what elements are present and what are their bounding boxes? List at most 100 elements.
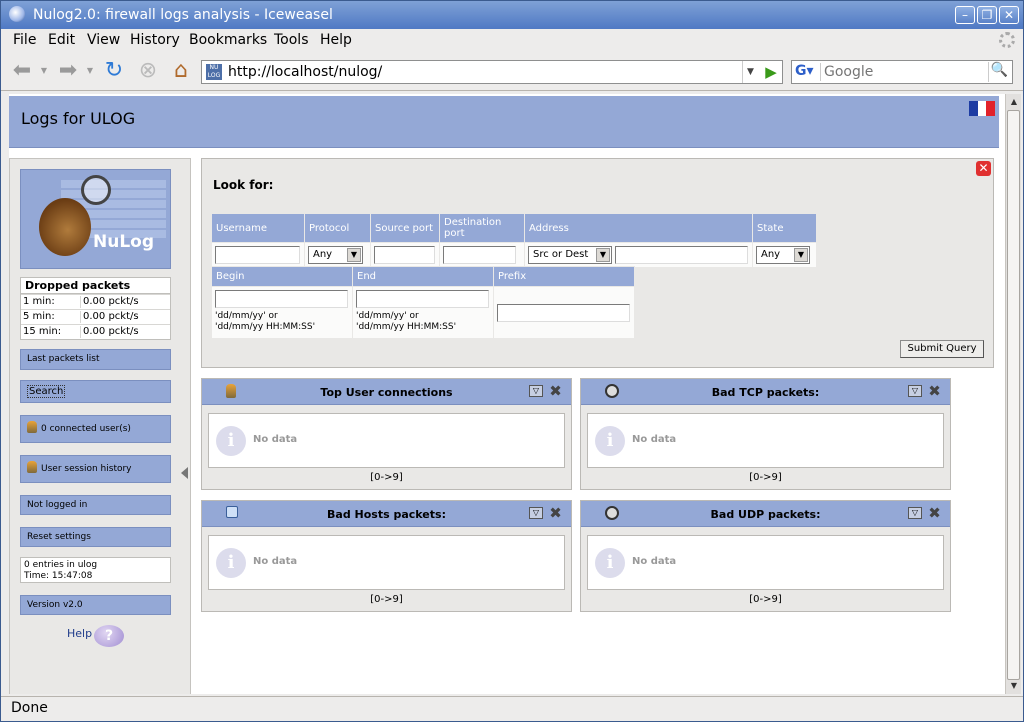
title-bar[interactable]: Nulog2.0: firewall logs analysis - Icewe…: [1, 1, 1023, 29]
home-button[interactable]: ⌂: [168, 59, 194, 85]
scroll-down-icon[interactable]: ▼: [1007, 679, 1021, 693]
widget-range-link[interactable]: [0->9]: [202, 472, 571, 483]
widget-range-link[interactable]: [0->9]: [581, 472, 950, 483]
widget-header: Bad TCP packets: ▽ ✖: [581, 379, 950, 405]
url-text[interactable]: http://localhost/nulog/: [228, 64, 738, 80]
username-input[interactable]: [215, 246, 300, 264]
search-dates-table: Begin End Prefix 'dd/mm/yy' or'dd/mm/yy …: [211, 266, 635, 339]
minimize-widget-icon[interactable]: ▽: [908, 507, 922, 519]
dest-port-header: Destination port: [439, 213, 525, 243]
menu-view[interactable]: View: [87, 32, 120, 48]
browser-window: Nulog2.0: firewall logs analysis - Icewe…: [0, 0, 1024, 722]
widget-range-link[interactable]: [0->9]: [202, 594, 571, 605]
begin-header: Begin: [211, 266, 353, 287]
url-dropdown-icon[interactable]: ▼: [742, 61, 758, 83]
menu-history[interactable]: History: [130, 32, 180, 48]
address-mode-value: Src or Dest: [533, 249, 589, 260]
collapse-sidebar-icon[interactable]: [181, 467, 188, 479]
widget-title: Top User connections: [320, 386, 453, 399]
address-select[interactable]: Src or Dest ▼: [528, 246, 612, 264]
french-flag-icon[interactable]: [969, 101, 996, 116]
page-content: Logs for ULOG NuLog Dropped packets 1 mi…: [9, 94, 1005, 694]
widget-header: Bad UDP packets: ▽ ✖: [581, 501, 950, 527]
server-time: Time: 15:47:08: [24, 571, 93, 581]
close-widget-icon[interactable]: ✖: [548, 506, 563, 521]
page-header: Logs for ULOG: [9, 96, 999, 148]
login-status[interactable]: Not logged in: [20, 495, 171, 515]
logo-text: NuLog: [93, 232, 155, 252]
maximize-button[interactable]: ❐: [977, 6, 997, 24]
connected-users-button[interactable]: 0 connected user(s): [20, 415, 171, 443]
username-header: Username: [211, 213, 305, 243]
info-icon: i: [595, 426, 625, 456]
reset-settings-button[interactable]: Reset settings: [20, 527, 171, 547]
dropped-value: 0.00 pckt/s: [83, 326, 139, 337]
close-window-button[interactable]: ✕: [999, 6, 1019, 24]
go-button[interactable]: ▶: [762, 63, 780, 81]
chevron-down-icon: ▼: [596, 248, 610, 262]
dropped-packets-table: Dropped packets 1 min: 0.00 pckt/s 5 min:…: [20, 277, 171, 340]
back-dropdown-icon[interactable]: ▼: [37, 59, 51, 85]
scroll-up-icon[interactable]: ▲: [1007, 95, 1021, 109]
session-history-button[interactable]: User session history: [20, 455, 171, 483]
minimize-button[interactable]: –: [955, 6, 975, 24]
protocol-select[interactable]: Any ▼: [308, 246, 363, 264]
forward-button[interactable]: ➡: [55, 59, 81, 85]
help-icon[interactable]: ?: [94, 625, 124, 647]
search-label: Search: [27, 385, 66, 398]
state-value: Any: [761, 249, 781, 260]
nulog-logo: NuLog: [20, 169, 171, 269]
search-engine-icon[interactable]: G▾: [795, 63, 821, 81]
scrollbar-thumb[interactable]: [1007, 110, 1020, 680]
search-button[interactable]: Search: [20, 380, 171, 403]
stop-button[interactable]: ⊗: [135, 59, 161, 85]
dest-port-input[interactable]: [443, 246, 516, 264]
state-header: State: [752, 213, 817, 243]
vertical-scrollbar[interactable]: ▲ ▼: [1005, 94, 1021, 694]
address-input[interactable]: [615, 246, 749, 264]
menu-bookmarks[interactable]: Bookmarks: [189, 32, 267, 48]
minimize-widget-icon[interactable]: ▽: [908, 385, 922, 397]
end-header: End: [352, 266, 494, 287]
close-widget-icon[interactable]: ✖: [927, 384, 942, 399]
menu-bar: File Edit View History Bookmarks Tools H…: [1, 29, 1023, 51]
iceweasel-icon: [9, 6, 25, 22]
source-port-input[interactable]: [374, 246, 435, 264]
close-widget-icon[interactable]: ✖: [927, 506, 942, 521]
menu-edit[interactable]: Edit: [48, 32, 75, 48]
protocol-value: Any: [313, 249, 333, 260]
minimize-widget-icon[interactable]: ▽: [529, 385, 543, 397]
minimize-widget-icon[interactable]: ▽: [529, 507, 543, 519]
info-icon: i: [595, 548, 625, 578]
reload-button[interactable]: ↻: [101, 59, 127, 85]
url-bar[interactable]: NU LOG http://localhost/nulog/ ▼ ▶: [201, 60, 783, 84]
widget-body: i No data: [208, 413, 565, 468]
state-select[interactable]: Any ▼: [756, 246, 810, 264]
menu-tools[interactable]: Tools: [274, 32, 309, 48]
menu-file[interactable]: File: [13, 32, 36, 48]
end-input[interactable]: [356, 290, 489, 308]
close-widget-icon[interactable]: ✖: [548, 384, 563, 399]
status-text: Done: [11, 700, 48, 716]
forward-dropdown-icon[interactable]: ▼: [83, 59, 97, 85]
submit-query-button[interactable]: Submit Query: [900, 340, 984, 358]
widget-range-link[interactable]: [0->9]: [581, 594, 950, 605]
user-icon: [27, 461, 37, 473]
close-search-icon[interactable]: ✕: [976, 161, 991, 176]
menu-help[interactable]: Help: [320, 32, 352, 48]
site-favicon: NU LOG: [206, 64, 222, 80]
widget-body: i No data: [208, 535, 565, 590]
last-packets-button[interactable]: Last packets list: [20, 349, 171, 370]
search-input[interactable]: [824, 63, 984, 81]
widget-bad-tcp: Bad TCP packets: ▽ ✖ i No data [0->9]: [580, 378, 951, 490]
prefix-input[interactable]: [497, 303, 630, 322]
back-button[interactable]: ⬅: [9, 59, 35, 85]
end-hint: 'dd/mm/yy' or'dd/mm/yy HH:MM:SS': [356, 311, 490, 333]
widget-body: i No data: [587, 413, 944, 468]
help-link[interactable]: Help: [67, 627, 92, 640]
begin-input[interactable]: [215, 290, 348, 308]
search-go-icon[interactable]: 🔍: [988, 62, 1010, 82]
widget-bad-udp: Bad UDP packets: ▽ ✖ i No data [0->9]: [580, 500, 951, 612]
no-data-label: No data: [632, 556, 677, 567]
dropped-value: 0.00 pckt/s: [83, 296, 139, 307]
